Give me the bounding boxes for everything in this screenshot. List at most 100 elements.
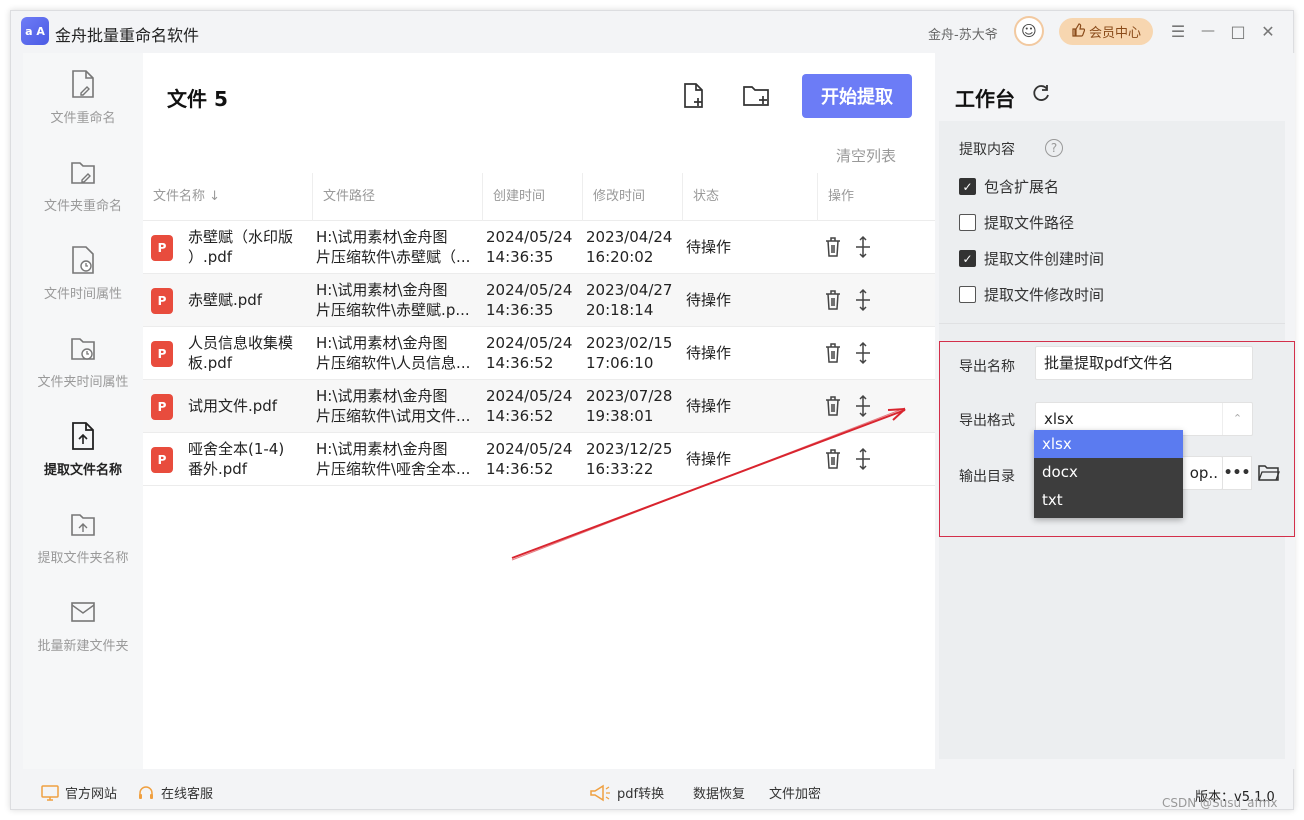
- sidebar-item-file-time[interactable]: 文件时间属性: [23, 229, 143, 317]
- app-title: 金舟批量重命名软件: [55, 26, 200, 45]
- checkbox-checked[interactable]: ✓: [959, 178, 976, 195]
- delete-icon[interactable]: [823, 394, 843, 418]
- file-path: H:\试用素材\金舟图 片压缩软件\人员信息...: [316, 334, 471, 372]
- online-service-link[interactable]: 在线客服: [137, 783, 213, 802]
- drag-move-icon[interactable]: [853, 288, 873, 312]
- file-name: 赤壁赋.pdf: [188, 291, 263, 309]
- title-bar: a A 金舟批量重命名软件 金舟-苏大爷 ☺ 会员中心 ☰ — □ ✕: [11, 11, 1295, 53]
- format-option-docx[interactable]: docx: [1034, 458, 1183, 486]
- help-icon[interactable]: ?: [1045, 139, 1063, 157]
- pdf-convert-link[interactable]: pdf转换: [589, 783, 664, 802]
- checkbox-unchecked[interactable]: [959, 286, 976, 303]
- column-header-name[interactable]: 文件名称 ↓: [143, 173, 313, 221]
- modified-time: 2023/04/24 16:20:02: [586, 228, 673, 266]
- table-row[interactable]: P 人员信息收集模 板.pdf H:\试用素材\金舟图 片压缩软件\人员信息... …: [143, 327, 935, 380]
- official-site-link[interactable]: 官方网站: [41, 783, 117, 802]
- status-text: 待操作: [686, 344, 732, 362]
- column-header-actions: 操作: [828, 189, 855, 204]
- file-upload-icon: [72, 421, 94, 450]
- pdf-file-icon: P: [151, 341, 173, 367]
- chevron-up-icon: ⌃: [1222, 403, 1252, 435]
- status-text: 待操作: [686, 291, 732, 309]
- checkbox-unchecked[interactable]: [959, 214, 976, 231]
- format-dropdown[interactable]: xlsx docx txt: [1034, 430, 1183, 518]
- table-row[interactable]: P 赤壁赋（水印版 ）.pdf H:\试用素材\金舟图 片压缩软件\赤壁赋（... …: [143, 221, 935, 274]
- file-name: 试用文件.pdf: [188, 397, 278, 415]
- data-recovery-link[interactable]: 数据恢复: [693, 783, 745, 802]
- minimize-button[interactable]: —: [1197, 20, 1219, 42]
- close-button[interactable]: ✕: [1257, 20, 1279, 42]
- avatar[interactable]: ☺: [1014, 16, 1044, 46]
- extract-content-label: 提取内容: [959, 142, 1015, 158]
- created-time: 2024/05/24 14:36:52: [486, 387, 573, 425]
- megaphone-icon: [590, 784, 610, 801]
- option-extract-path[interactable]: 提取文件路径: [959, 212, 1074, 233]
- sidebar-item-extract-folder-name[interactable]: 提取文件夹名称: [23, 493, 143, 581]
- modified-time: 2023/02/15 17:06:10: [586, 334, 673, 372]
- file-encrypt-link[interactable]: 文件加密: [769, 783, 821, 802]
- created-time: 2024/05/24 14:36:52: [486, 334, 573, 372]
- clear-list-button[interactable]: 清空列表: [836, 145, 896, 166]
- maximize-button[interactable]: □: [1227, 20, 1249, 42]
- export-name-label: 导出名称: [959, 359, 1015, 375]
- modified-time: 2023/12/25 16:33:22: [586, 440, 673, 478]
- drag-move-icon[interactable]: [853, 341, 873, 365]
- drag-move-icon[interactable]: [853, 235, 873, 259]
- status-text: 待操作: [686, 450, 732, 468]
- sort-arrow-icon: ↓: [209, 189, 221, 204]
- modified-time: 2023/04/27 20:18:14: [586, 281, 673, 319]
- delete-icon[interactable]: [823, 288, 843, 312]
- table-row[interactable]: P 哑舍全本(1-4) 番外.pdf H:\试用素材\金舟图 片压缩软件\哑舍全本.…: [143, 433, 935, 486]
- folder-upload-icon: [71, 513, 95, 536]
- created-time: 2024/05/24 14:36:35: [486, 228, 573, 266]
- option-label: 提取文件创建时间: [984, 250, 1105, 268]
- delete-icon[interactable]: [823, 235, 843, 259]
- add-folder-icon[interactable]: [741, 81, 771, 111]
- created-time: 2024/05/24 14:36:52: [486, 440, 573, 478]
- column-header-status: 状态: [683, 173, 818, 221]
- sidebar-item-file-rename[interactable]: 文件重命名: [23, 53, 143, 141]
- vip-center-button[interactable]: 会员中心: [1059, 18, 1153, 45]
- checkbox-checked[interactable]: ✓: [959, 250, 976, 267]
- file-list-panel: 文件 5 开始提取 清空列表 文件名称 ↓ 文件路径 创建时间 修改时间 状态 …: [143, 53, 935, 769]
- sidebar-item-label: 文件夹重命名: [43, 198, 122, 214]
- drag-move-icon[interactable]: [853, 447, 873, 471]
- workbench-title: 工作台: [955, 87, 1015, 111]
- sidebar-item-extract-file-name[interactable]: 提取文件名称: [23, 405, 143, 493]
- file-path: H:\试用素材\金舟图 片压缩软件\哑舍全本...: [316, 440, 471, 478]
- option-extract-modified-time[interactable]: 提取文件修改时间: [959, 284, 1104, 305]
- folder-edit-icon: [71, 161, 95, 184]
- file-path: H:\试用素材\金舟图 片压缩软件\赤壁赋.p...: [316, 281, 470, 319]
- sidebar: 文件重命名 文件夹重命名 文件时间属性 文件夹时间属性 提取文件名称 提取文件夹…: [23, 53, 143, 769]
- menu-icon[interactable]: ☰: [1167, 20, 1189, 42]
- column-header-path: 文件路径: [313, 173, 483, 221]
- delete-icon[interactable]: [823, 447, 843, 471]
- table-row[interactable]: P 赤壁赋.pdf H:\试用素材\金舟图 片压缩软件\赤壁赋.p... 2024…: [143, 274, 935, 327]
- table-row[interactable]: P 试用文件.pdf H:\试用素材\金舟图 片压缩软件\试用文件... 2024…: [143, 380, 935, 433]
- format-option-xlsx[interactable]: xlsx: [1034, 430, 1183, 458]
- sidebar-item-folder-time[interactable]: 文件夹时间属性: [23, 317, 143, 405]
- column-header-modified: 修改时间: [583, 173, 683, 221]
- delete-icon[interactable]: [823, 341, 843, 365]
- option-extract-created-time[interactable]: ✓ 提取文件创建时间: [959, 248, 1104, 269]
- table-header: 文件名称 ↓ 文件路径 创建时间 修改时间 状态 操作: [143, 173, 935, 221]
- file-path: H:\试用素材\金舟图 片压缩软件\试用文件...: [316, 387, 471, 425]
- pdf-file-icon: P: [151, 447, 173, 473]
- file-edit-icon: [72, 69, 94, 98]
- watermark: CSDN @Susu_afmx: [1162, 796, 1278, 810]
- option-include-extension[interactable]: ✓ 包含扩展名: [959, 176, 1059, 197]
- export-format-label: 导出格式: [959, 413, 1015, 429]
- open-folder-icon[interactable]: [1258, 464, 1280, 482]
- start-extract-button[interactable]: 开始提取: [802, 74, 912, 118]
- created-time: 2024/05/24 14:36:35: [486, 281, 573, 319]
- sidebar-item-folder-rename[interactable]: 文件夹重命名: [23, 141, 143, 229]
- format-option-txt[interactable]: txt: [1034, 486, 1183, 514]
- thumb-up-icon: [1071, 22, 1086, 41]
- sidebar-item-batch-new-folder[interactable]: 批量新建文件夹: [23, 581, 143, 669]
- pdf-file-icon: P: [151, 394, 173, 420]
- add-file-icon[interactable]: [679, 81, 709, 111]
- drag-move-icon[interactable]: [853, 394, 873, 418]
- browse-button[interactable]: •••: [1222, 456, 1252, 490]
- refresh-icon[interactable]: [1030, 83, 1052, 105]
- export-name-input[interactable]: 批量提取pdf文件名: [1035, 346, 1253, 380]
